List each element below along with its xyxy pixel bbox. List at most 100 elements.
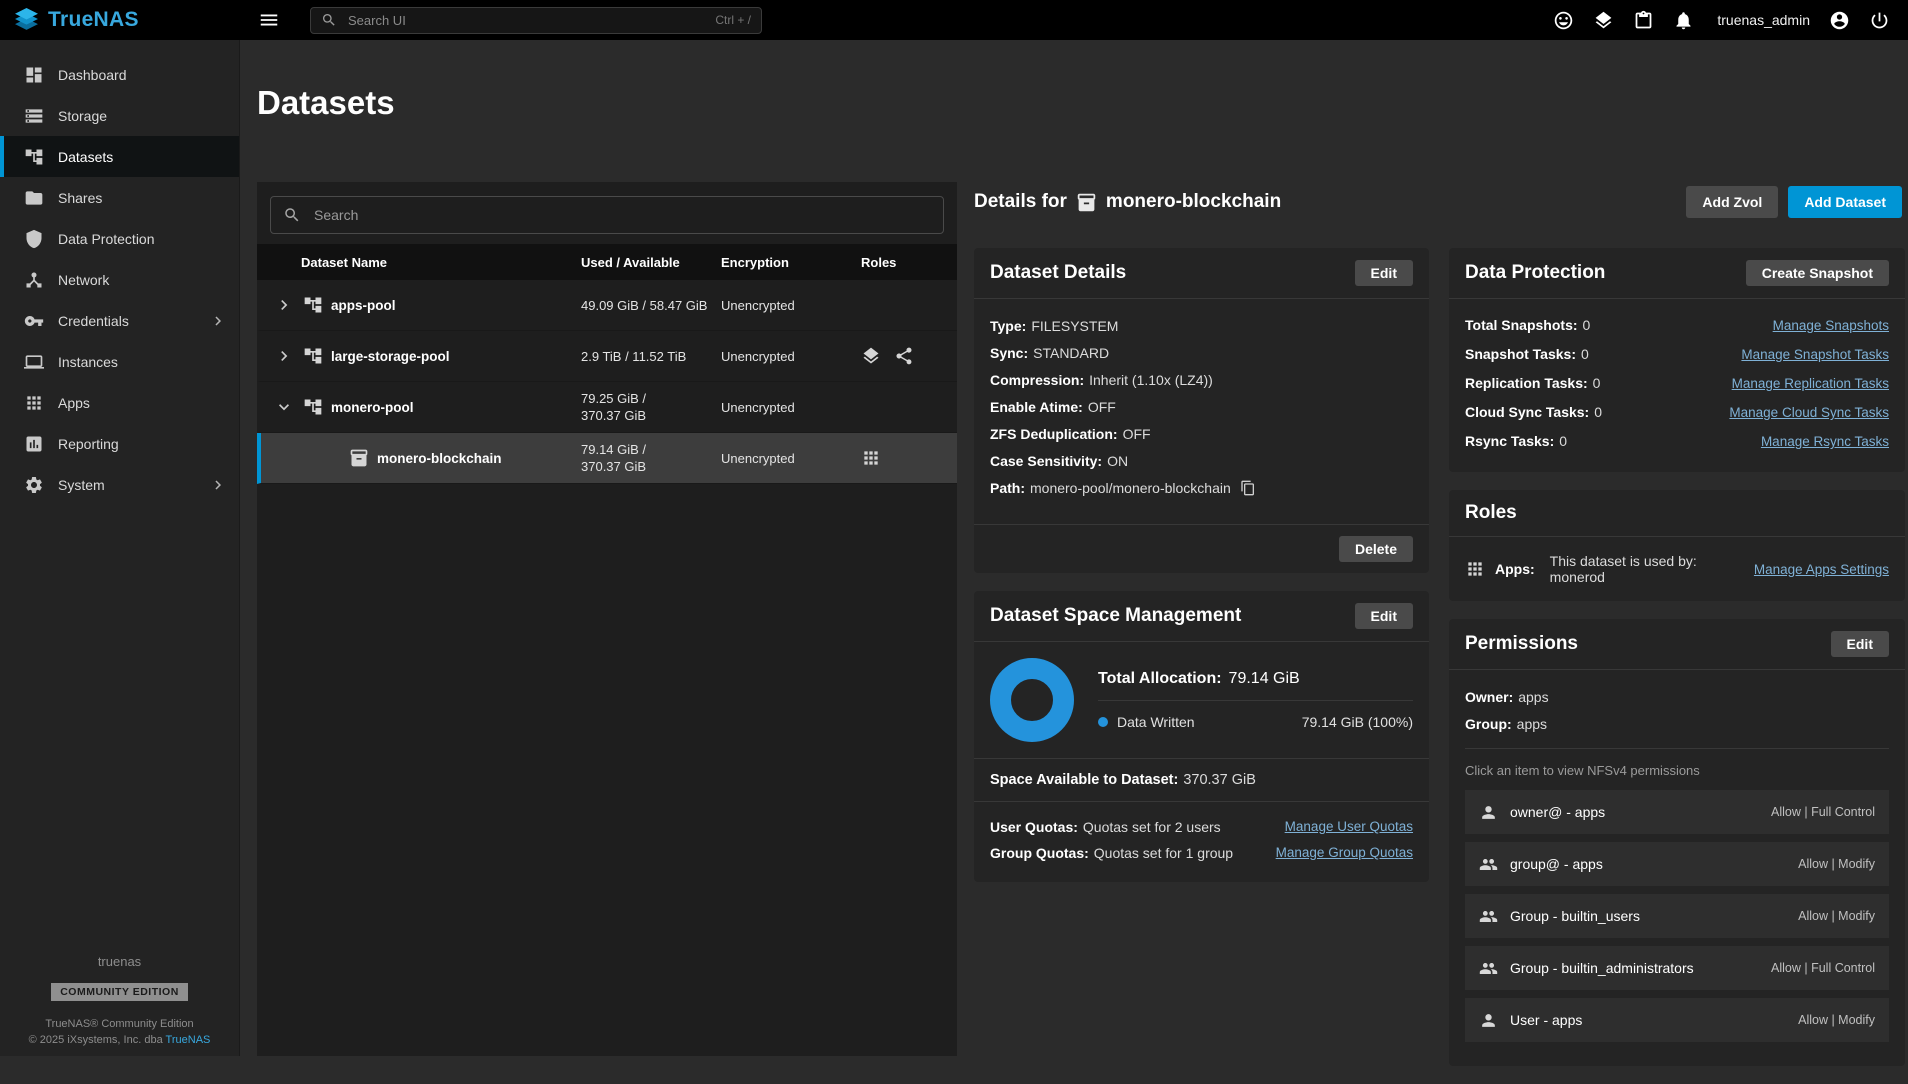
sidebar-item-label: Reporting: [58, 436, 119, 452]
global-search-input[interactable]: [346, 12, 706, 29]
details-pane: Details for monero-blockchain Add Zvol A…: [974, 182, 1902, 1056]
share-icon: [894, 346, 914, 366]
manage-group-quotas-link[interactable]: Manage Group Quotas: [1276, 840, 1413, 866]
dataset-search[interactable]: [270, 196, 944, 234]
manage-apps-settings-link[interactable]: Manage Apps Settings: [1754, 562, 1889, 577]
manage-rsync-tasks-link[interactable]: Manage Rsync Tasks: [1761, 427, 1889, 456]
chevron-right-icon[interactable]: [273, 294, 295, 316]
search-shortcut-hint: Ctrl + /: [715, 13, 751, 27]
global-search[interactable]: Ctrl + /: [310, 7, 762, 34]
manage-user-quotas-link[interactable]: Manage User Quotas: [1285, 814, 1413, 840]
sidebar-item-label: System: [58, 477, 105, 493]
manage-snapshots-link[interactable]: Manage Snapshots: [1773, 311, 1889, 340]
manage-snapshot-tasks-link[interactable]: Manage Snapshot Tasks: [1741, 340, 1889, 369]
menu-toggle-icon[interactable]: [254, 5, 284, 35]
layers-icon: [861, 346, 881, 366]
table-header: Dataset Name Used / Available Encryption…: [257, 244, 957, 280]
column-used-available: Used / Available: [581, 255, 721, 270]
power-icon[interactable]: [1869, 10, 1890, 31]
sidebar-item-storage[interactable]: Storage: [0, 95, 239, 136]
group-row: Group:apps: [1465, 711, 1889, 738]
column-roles: Roles: [861, 255, 957, 270]
apps-grid-icon: [24, 393, 44, 413]
used-available-value: 49.09 GiB / 58.47 GiB: [581, 297, 721, 314]
field-path: Path:monero-pool/monero-blockchain: [990, 475, 1413, 502]
encryption-value: Unencrypted: [721, 298, 861, 313]
chevron-down-icon[interactable]: [273, 396, 295, 418]
dataset-details-card: Dataset Details Edit Type:FILESYSTEM Syn…: [974, 248, 1429, 573]
shield-icon: [24, 229, 44, 249]
edit-dataset-details-button[interactable]: Edit: [1355, 260, 1413, 286]
jobs-clipboard-icon[interactable]: [1633, 10, 1654, 31]
permission-item-builtin-administrators[interactable]: Group - builtin_administrators Allow | F…: [1465, 946, 1889, 990]
add-zvol-button[interactable]: Add Zvol: [1686, 186, 1778, 218]
user-circle-icon[interactable]: [1829, 10, 1850, 31]
copyright-brand-link[interactable]: TrueNAS: [166, 1034, 211, 1046]
owner-row: Owner:apps: [1465, 684, 1889, 711]
logged-in-username[interactable]: truenas_admin: [1717, 12, 1810, 28]
edit-space-button[interactable]: Edit: [1355, 603, 1413, 629]
space-available: Space Available to Dataset:370.37 GiB: [974, 758, 1429, 801]
field-type: Type:FILESYSTEM: [990, 313, 1413, 340]
key-icon: [24, 311, 44, 331]
group-quotas-row: Group Quotas:Quotas set for 1 group Mana…: [990, 840, 1413, 866]
sidebar-item-system[interactable]: System: [0, 464, 239, 505]
sidebar-item-reporting[interactable]: Reporting: [0, 423, 239, 464]
gear-icon: [24, 475, 44, 495]
dataset-tree-icon: [303, 295, 323, 315]
roles-cell: [861, 448, 957, 468]
delete-dataset-button[interactable]: Delete: [1339, 536, 1413, 562]
copy-path-icon[interactable]: [1240, 480, 1256, 496]
sidebar-item-label: Datasets: [58, 149, 113, 165]
encryption-value: Unencrypted: [721, 400, 861, 415]
edit-permissions-button[interactable]: Edit: [1831, 631, 1889, 657]
details-title: Details for monero-blockchain: [974, 191, 1281, 213]
sidebar-item-label: Dashboard: [58, 67, 127, 83]
manage-replication-tasks-link[interactable]: Manage Replication Tasks: [1732, 369, 1889, 398]
feedback-smiley-icon[interactable]: [1553, 10, 1574, 31]
add-dataset-button[interactable]: Add Dataset: [1788, 186, 1902, 218]
table-row-large-storage-pool[interactable]: large-storage-pool 2.9 TiB / 11.52 TiB U…: [257, 331, 957, 382]
dataset-tree-icon: [303, 346, 323, 366]
permission-item-user-apps[interactable]: User - apps Allow | Modify: [1465, 998, 1889, 1042]
truenas-logo-icon: [14, 8, 39, 33]
sidebar-item-datasets[interactable]: Datasets: [0, 136, 239, 177]
dataset-name: monero-blockchain: [377, 451, 502, 466]
sidebar-item-label: Network: [58, 272, 109, 288]
field-enable-atime: Enable Atime:OFF: [990, 394, 1413, 421]
topbar: TrueNAS Ctrl + / truenas_admin: [0, 0, 1908, 40]
card-title: Permissions: [1465, 633, 1578, 655]
sidebar-item-credentials[interactable]: Credentials: [0, 300, 239, 341]
space-management-card: Dataset Space Management Edit Total Allo…: [974, 591, 1429, 882]
sidebar-item-apps[interactable]: Apps: [0, 382, 239, 423]
permission-item-owner[interactable]: owner@ - apps Allow | Full Control: [1465, 790, 1889, 834]
sidebar-item-instances[interactable]: Instances: [0, 341, 239, 382]
truenas-logo[interactable]: TrueNAS: [0, 8, 240, 33]
sidebar-item-label: Instances: [58, 354, 118, 370]
sidebar-item-network[interactable]: Network: [0, 259, 239, 300]
hostname: truenas: [0, 954, 239, 969]
total-snapshots-row: Total Snapshots:0 Manage Snapshots: [1465, 311, 1889, 340]
cloud-sync-tasks-row: Cloud Sync Tasks:0 Manage Cloud Sync Tas…: [1465, 398, 1889, 427]
sidebar-item-dashboard[interactable]: Dashboard: [0, 54, 239, 95]
details-header: Details for monero-blockchain Add Zvol A…: [974, 182, 1902, 222]
bar-chart-icon: [24, 434, 44, 454]
search-icon: [283, 206, 301, 224]
table-row-monero-blockchain[interactable]: monero-blockchain 79.14 GiB / 370.37 GiB…: [257, 433, 957, 484]
permission-item-group-at[interactable]: group@ - apps Allow | Modify: [1465, 842, 1889, 886]
permission-item-builtin-users[interactable]: Group - builtin_users Allow | Modify: [1465, 894, 1889, 938]
sidebar-item-data-protection[interactable]: Data Protection: [0, 218, 239, 259]
alerts-bell-icon[interactable]: [1673, 10, 1694, 31]
dataset-search-input[interactable]: [312, 206, 931, 224]
edition-badge: COMMUNITY EDITION: [51, 983, 188, 1001]
truecommand-stack-icon[interactable]: [1593, 10, 1614, 31]
sidebar-item-shares[interactable]: Shares: [0, 177, 239, 218]
dataset-name: apps-pool: [331, 298, 396, 313]
sidebar-item-label: Shares: [58, 190, 102, 206]
chevron-right-icon[interactable]: [273, 345, 295, 367]
used-available-value: 79.25 GiB / 370.37 GiB: [581, 390, 721, 424]
table-row-apps-pool[interactable]: apps-pool 49.09 GiB / 58.47 GiB Unencryp…: [257, 280, 957, 331]
create-snapshot-button[interactable]: Create Snapshot: [1746, 260, 1889, 286]
table-row-monero-pool[interactable]: monero-pool 79.25 GiB / 370.37 GiB Unenc…: [257, 382, 957, 433]
manage-cloud-sync-tasks-link[interactable]: Manage Cloud Sync Tasks: [1729, 398, 1889, 427]
